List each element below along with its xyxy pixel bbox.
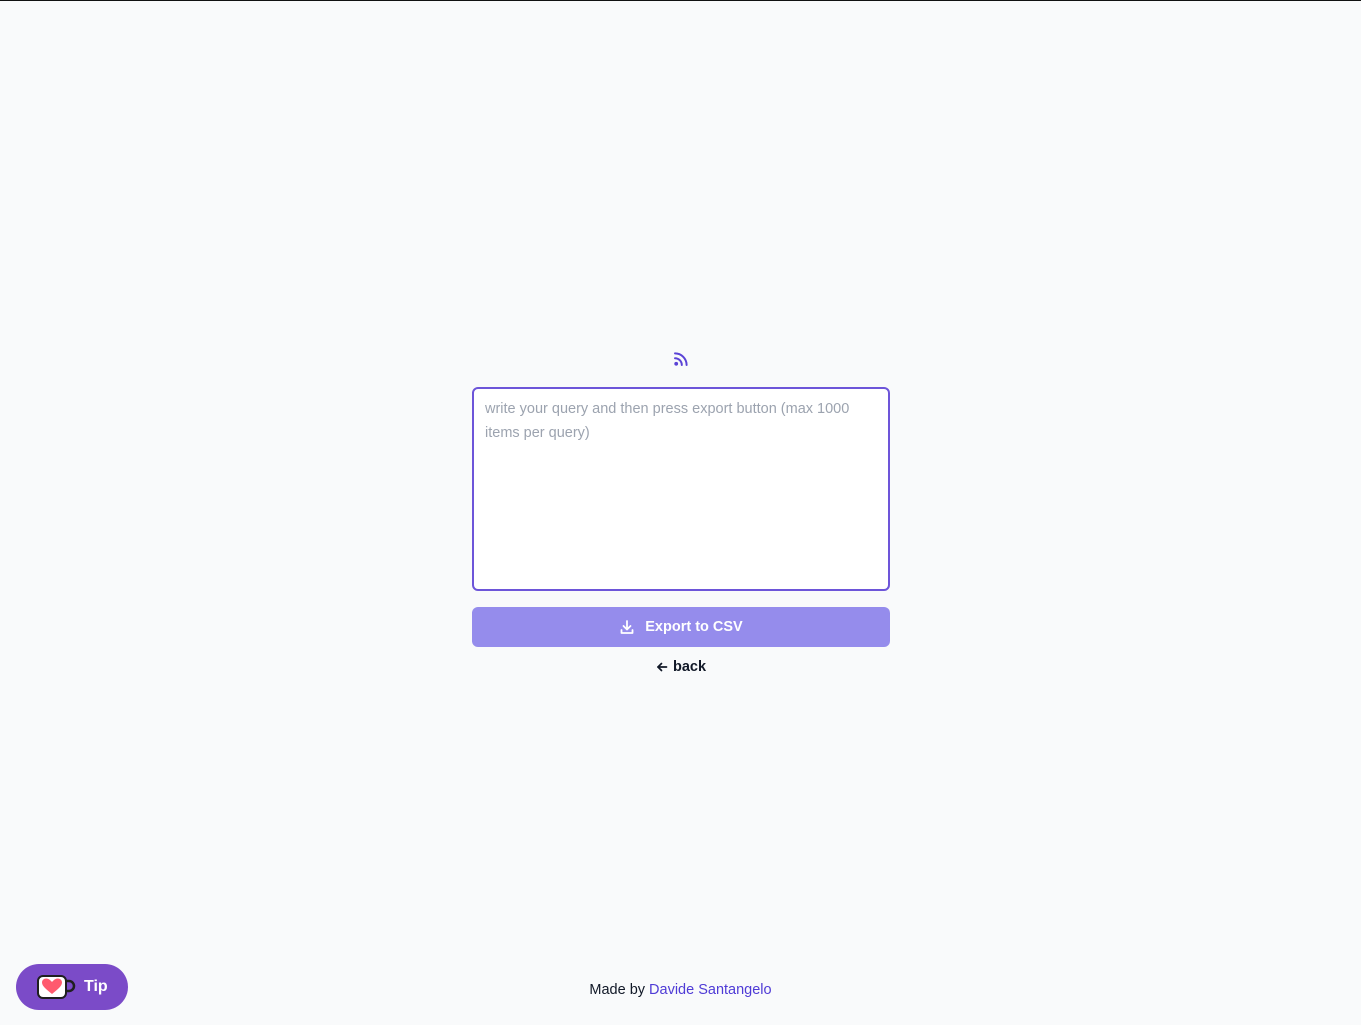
download-icon [620,620,634,634]
footer-prefix: Made by [589,982,650,998]
back-link[interactable]: back [472,659,890,675]
coffee-cup-heart-icon [37,975,76,999]
tip-button[interactable]: Tip [16,964,128,1010]
author-link[interactable]: Davide Santangelo [649,982,772,998]
back-link-label: back [672,659,707,675]
export-button-label: Export to CSV [645,619,743,635]
export-csv-button[interactable]: Export to CSV [472,607,890,647]
arrow-left-icon [657,662,668,672]
footer: Made by Davide Santangelo [0,982,1361,998]
rss-icon-wrap [472,347,890,373]
export-form: Export to CSV back [472,347,890,675]
tip-button-label: Tip [84,978,108,995]
rss-icon [674,352,688,366]
query-input[interactable] [472,387,890,591]
